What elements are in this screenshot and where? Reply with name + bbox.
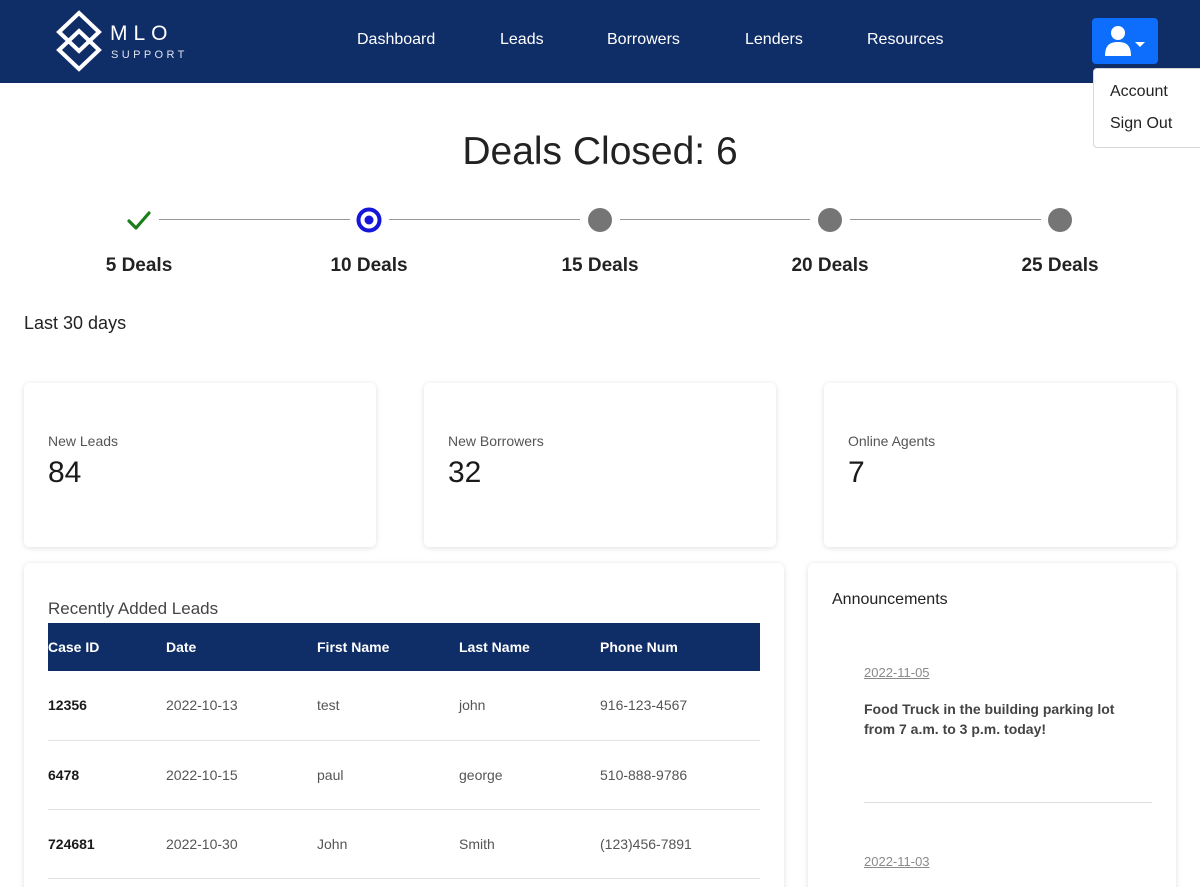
nav-lenders[interactable]: Lenders <box>745 31 803 49</box>
cell-date: 2022-10-15 <box>166 740 317 810</box>
progress-connector <box>620 219 810 220</box>
column-header-date[interactable]: Date <box>166 623 317 671</box>
progress-connector <box>389 219 580 220</box>
leads-table: Case ID Date First Name Last Name Phone … <box>48 623 760 879</box>
stat-card-new-borrowers: New Borrowers 32 <box>424 383 776 547</box>
cell-date: 2022-10-30 <box>166 809 317 879</box>
user-menu-button[interactable] <box>1092 18 1158 64</box>
stat-card-new-leads: New Leads 84 <box>24 383 376 547</box>
recent-leads-panel: Recently Added Leads Case ID Date First … <box>24 563 784 887</box>
stat-label: New Borrowers <box>448 433 544 449</box>
table-row[interactable]: 12356 2022-10-13 test john 916-123-4567 <box>48 671 760 741</box>
column-header-phone[interactable]: Phone Num <box>600 623 760 671</box>
progress-connector <box>159 219 350 220</box>
stat-card-online-agents: Online Agents 7 <box>824 383 1176 547</box>
nav-resources[interactable]: Resources <box>867 31 943 49</box>
announcements-title: Announcements <box>832 591 948 608</box>
menu-item-account[interactable]: Account <box>1110 83 1168 101</box>
brand-tagline: SUPPORT <box>111 49 188 61</box>
announcements-panel: Announcements 2022-11-05 Food Truck in t… <box>808 563 1176 887</box>
brand-name: MLO <box>110 22 174 45</box>
cell-first-name: test <box>317 671 459 741</box>
pending-step-icon <box>818 208 842 232</box>
milestone-label: 5 Deals <box>105 255 173 276</box>
stat-value: 32 <box>448 456 482 489</box>
column-header-last-name[interactable]: Last Name <box>459 623 600 671</box>
nav-borrowers[interactable]: Borrowers <box>607 31 680 49</box>
stat-value: 84 <box>48 456 82 489</box>
cell-case-id: 724681 <box>48 809 166 879</box>
announcement-date-link[interactable]: 2022-11-03 <box>864 854 930 869</box>
cell-phone: 510-888-9786 <box>600 740 760 810</box>
table-header-row: Case ID Date First Name Last Name Phone … <box>48 623 760 671</box>
pending-step-icon <box>588 208 612 232</box>
brand-logo[interactable]: MLO SUPPORT <box>55 10 195 72</box>
stat-value: 7 <box>848 456 865 489</box>
cell-case-id: 12356 <box>48 671 166 741</box>
progress-connector <box>850 219 1041 220</box>
nav-dashboard[interactable]: Dashboard <box>357 31 435 49</box>
column-header-case-id[interactable]: Case ID <box>48 623 166 671</box>
cell-last-name: Smith <box>459 809 600 879</box>
current-step-icon <box>356 207 382 233</box>
period-label: Last 30 days <box>24 313 127 333</box>
table-row[interactable]: 6478 2022-10-15 paul george 510-888-9786 <box>48 740 760 810</box>
deals-closed-heading: Deals Closed: 6 <box>462 130 738 173</box>
stat-label: New Leads <box>48 433 119 449</box>
user-icon <box>1105 26 1145 56</box>
milestone-label: 20 Deals <box>791 255 869 276</box>
check-icon <box>127 211 151 230</box>
cell-first-name: paul <box>317 740 459 810</box>
logo-mark-icon <box>56 10 102 72</box>
column-header-first-name[interactable]: First Name <box>317 623 459 671</box>
nav-leads[interactable]: Leads <box>500 31 544 49</box>
milestone-label: 10 Deals <box>330 255 408 276</box>
cell-last-name: john <box>459 671 600 741</box>
announcement-text: Food Truck in the building parking lot f… <box>864 701 1115 737</box>
cell-phone: (123)456-7891 <box>600 809 760 879</box>
cell-first-name: John <box>317 809 459 879</box>
pending-step-icon <box>1048 208 1072 232</box>
divider <box>864 802 1152 803</box>
cell-last-name: george <box>459 740 600 810</box>
milestone-label: 25 Deals <box>1021 255 1099 276</box>
announcement-date-link[interactable]: 2022-11-05 <box>864 665 930 680</box>
stat-label: Online Agents <box>848 433 936 449</box>
milestone-label: 15 Deals <box>561 255 639 276</box>
table-row[interactable]: 724681 2022-10-30 John Smith (123)456-78… <box>48 809 760 879</box>
cell-phone: 916-123-4567 <box>600 671 760 741</box>
cell-case-id: 6478 <box>48 740 166 810</box>
cell-date: 2022-10-13 <box>166 671 317 741</box>
top-navbar: MLO SUPPORT Dashboard Leads Borrowers Le… <box>0 0 1200 83</box>
recent-leads-title: Recently Added Leads <box>48 599 219 618</box>
